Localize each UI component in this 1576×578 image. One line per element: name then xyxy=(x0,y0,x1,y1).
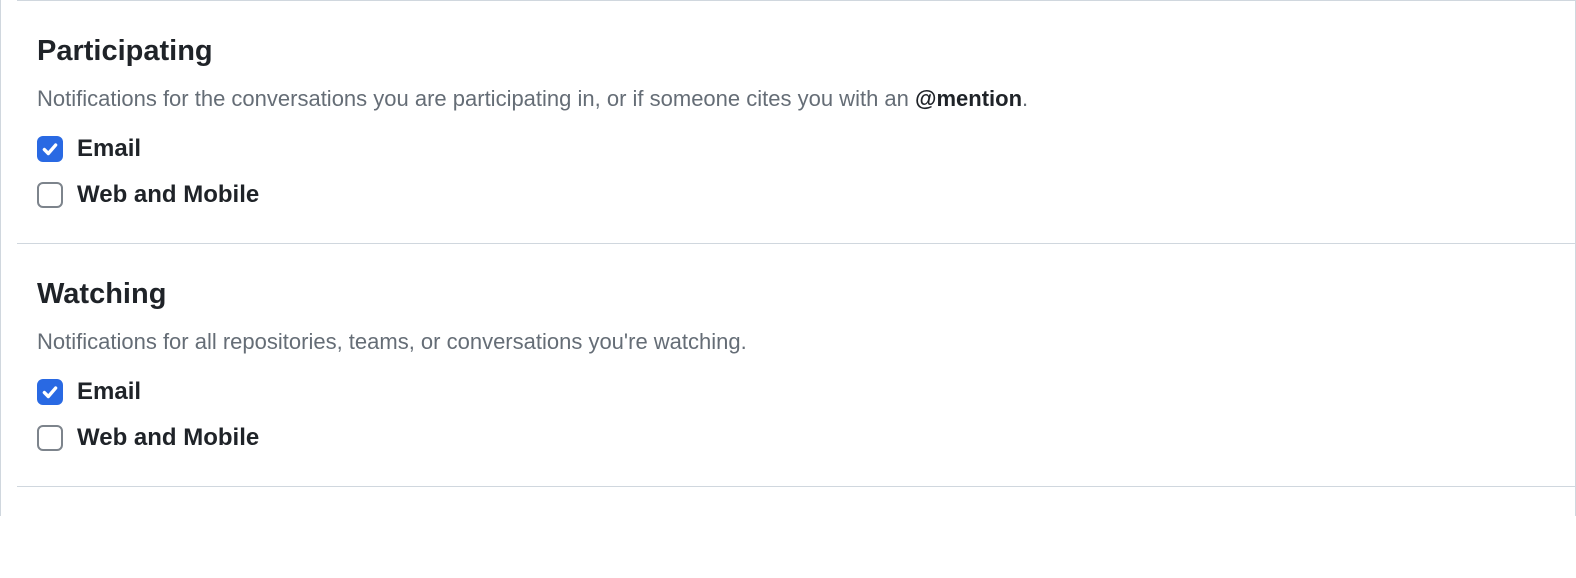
desc-mention: @mention xyxy=(915,86,1022,111)
section-participating: Participating Notifications for the conv… xyxy=(17,0,1575,243)
notification-settings-panel: Participating Notifications for the conv… xyxy=(0,0,1576,516)
checkbox-watching-web-mobile[interactable] xyxy=(37,425,63,451)
option-label-watching-email[interactable]: Email xyxy=(77,378,141,406)
check-icon xyxy=(41,383,59,401)
desc-text-post: . xyxy=(1022,86,1028,111)
option-row-watching-email: Email xyxy=(37,378,1575,406)
check-icon xyxy=(41,140,59,158)
desc-text: Notifications for the conversations you … xyxy=(37,86,915,111)
checkbox-participating-web-mobile[interactable] xyxy=(37,182,63,208)
option-label-participating-web-mobile[interactable]: Web and Mobile xyxy=(77,181,259,209)
option-label-watching-web-mobile[interactable]: Web and Mobile xyxy=(77,424,259,452)
option-row-participating-web-mobile: Web and Mobile xyxy=(37,181,1575,209)
checkbox-watching-email[interactable] xyxy=(37,379,63,405)
option-label-participating-email[interactable]: Email xyxy=(77,135,141,163)
section-title-participating: Participating xyxy=(37,35,1575,68)
option-row-watching-web-mobile: Web and Mobile xyxy=(37,424,1575,452)
section-title-watching: Watching xyxy=(37,278,1575,311)
desc-text: Notifications for all repositories, team… xyxy=(37,329,747,354)
section-description-watching: Notifications for all repositories, team… xyxy=(37,325,1575,358)
section-description-participating: Notifications for the conversations you … xyxy=(37,82,1575,115)
section-divider-bottom xyxy=(17,486,1575,516)
option-row-participating-email: Email xyxy=(37,135,1575,163)
checkbox-participating-email[interactable] xyxy=(37,136,63,162)
section-watching: Watching Notifications for all repositor… xyxy=(17,243,1575,486)
